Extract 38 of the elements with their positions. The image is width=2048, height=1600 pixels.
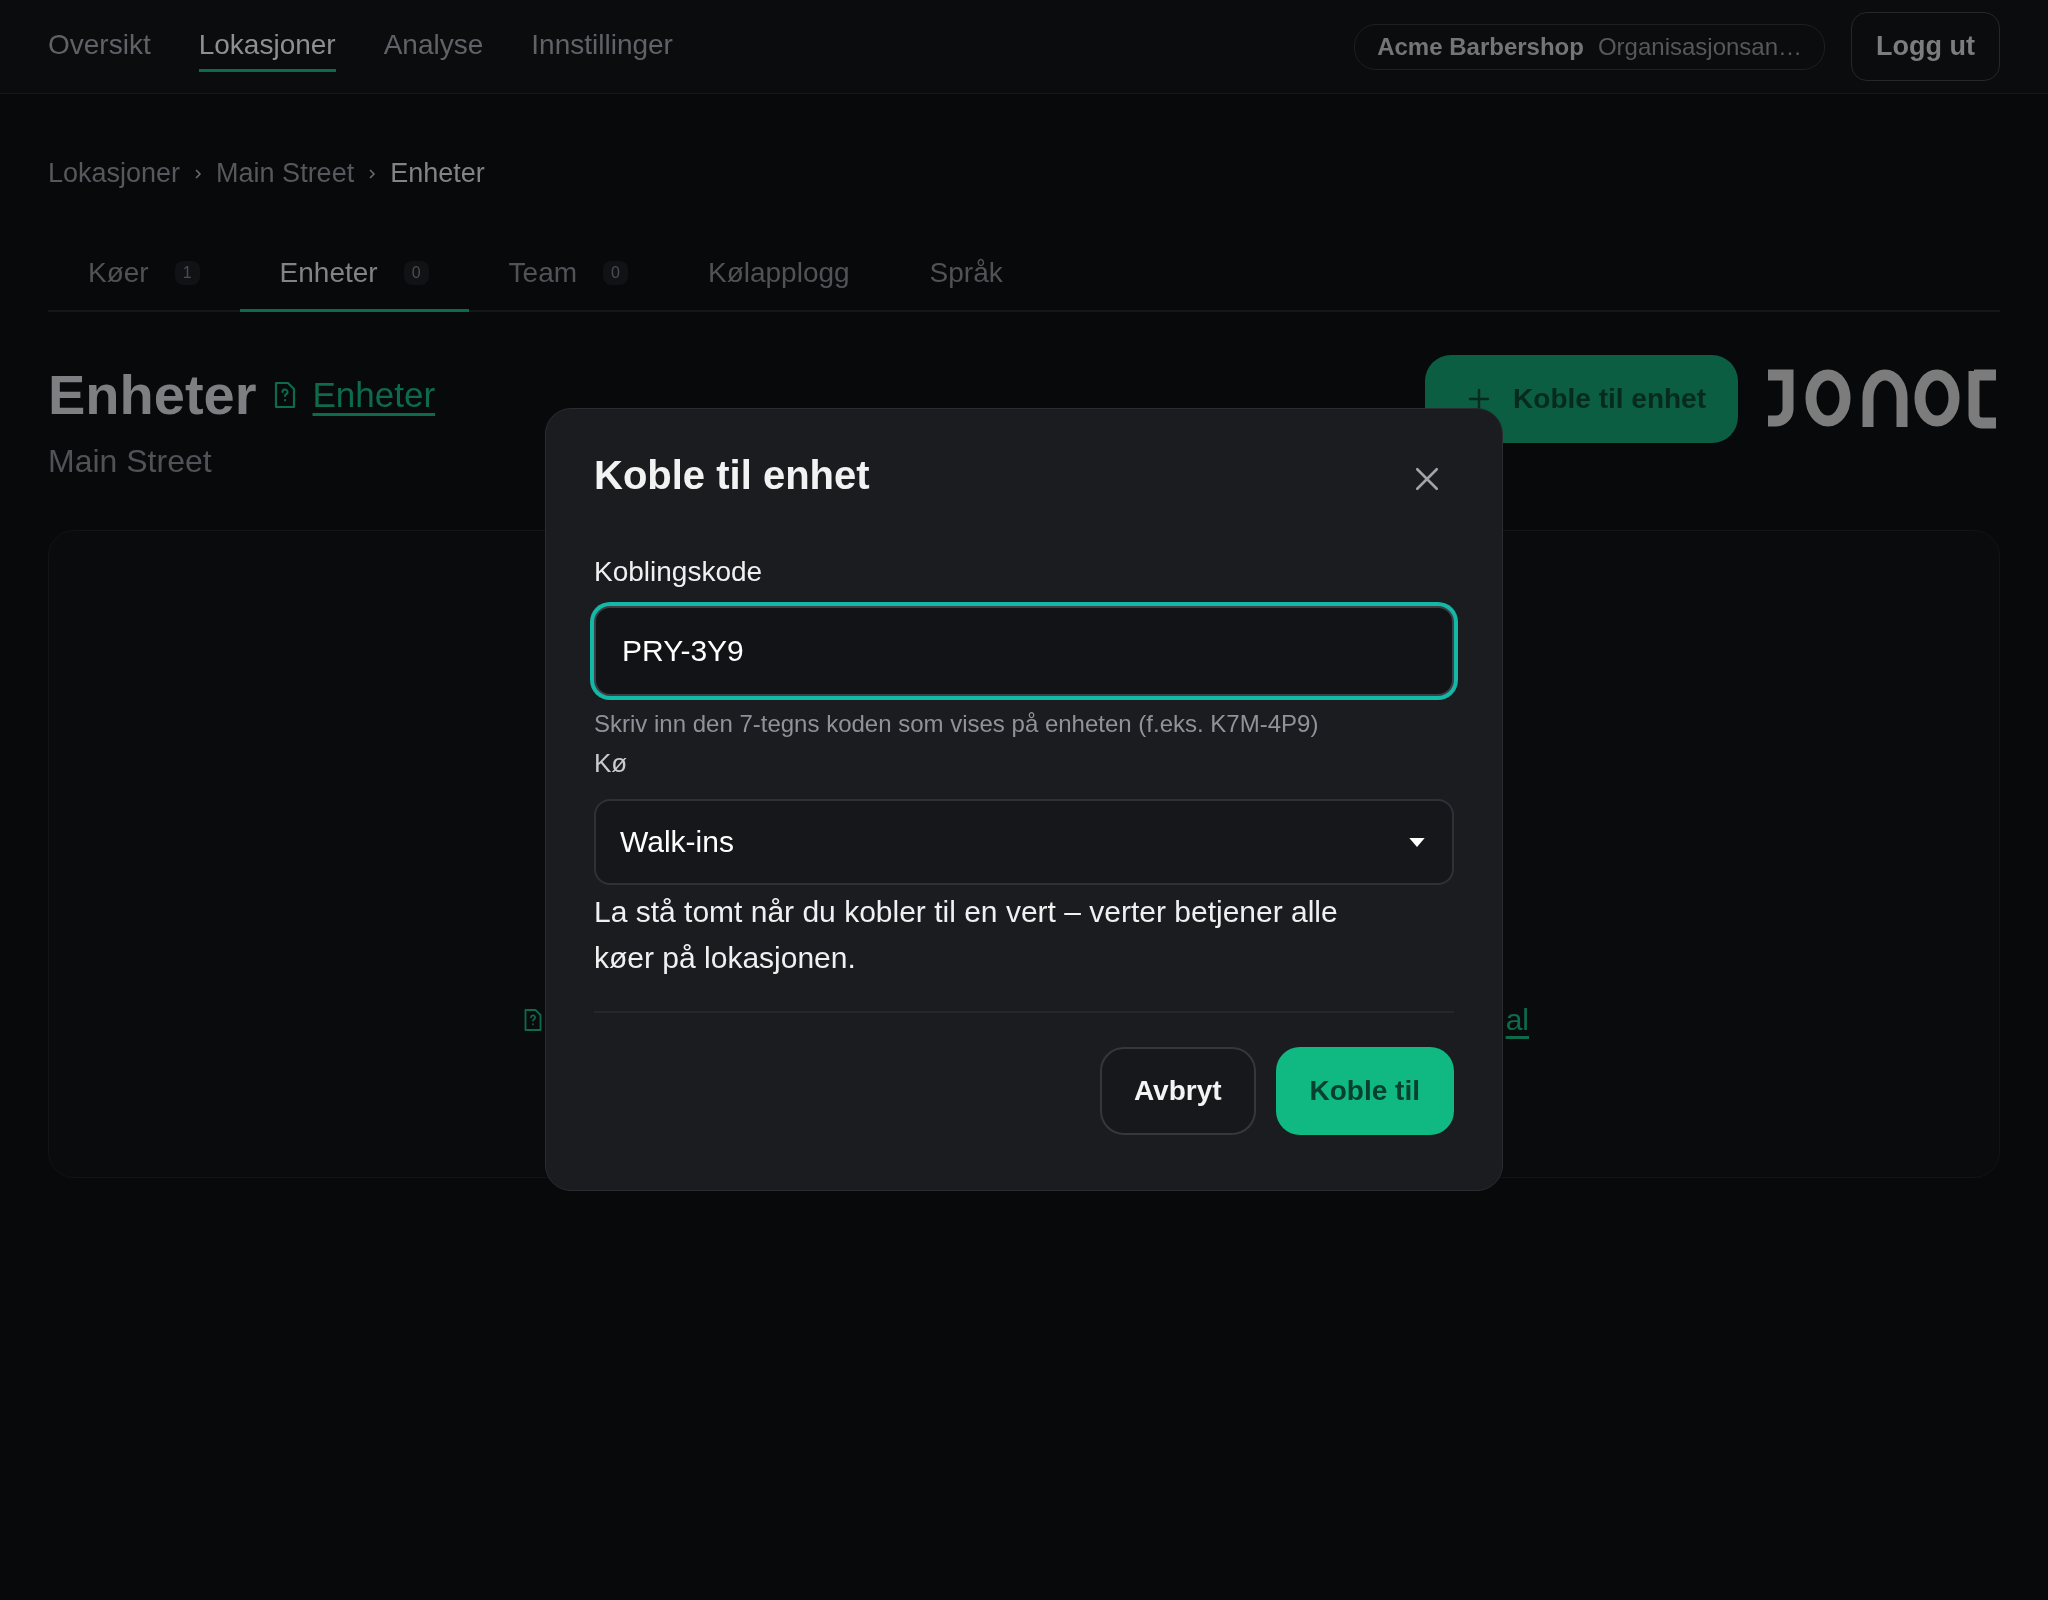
- help-link[interactable]: Enheter: [312, 374, 436, 415]
- caret-icon: [1408, 836, 1426, 848]
- count-badge: 0: [403, 261, 429, 285]
- chevron-icon: [368, 167, 377, 180]
- nav-link[interactable]: Lokasjoner: [198, 21, 336, 72]
- organization-subtitle: Organisasjonsan…: [1597, 32, 1803, 61]
- organization-name: Acme Barbershop: [1377, 32, 1584, 61]
- cancel-button[interactable]: Avbryt: [1099, 1047, 1256, 1135]
- tab[interactable]: Kølapplogg: [667, 239, 890, 312]
- nav-link[interactable]: Oversikt: [48, 21, 151, 72]
- count-badge: 1: [174, 261, 200, 285]
- help-document-icon: [272, 380, 297, 409]
- logout-button[interactable]: Logg ut: [1851, 12, 2000, 81]
- organization-pill[interactable]: Acme Barbershop Organisasjonsan…: [1354, 23, 1826, 70]
- tab[interactable]: Språk: [889, 239, 1043, 312]
- queue-select[interactable]: Walk-ins: [594, 799, 1454, 885]
- tab[interactable]: Køer 1: [48, 239, 240, 312]
- help-document-icon: [523, 1008, 543, 1032]
- field-label: Kø: [594, 748, 629, 779]
- current-page-label: Enheter: [390, 158, 485, 189]
- nav-link[interactable]: Innstillinger: [531, 21, 673, 72]
- field-hint: La stå tomt når du kobler til en vert – verter betjener alle køer på lokasjonen.: [594, 894, 1339, 976]
- count-badge: 0: [603, 261, 628, 285]
- page-title: Enheter: [48, 362, 257, 427]
- tab[interactable]: Enheter 0: [239, 239, 469, 312]
- field-label: Koblingskode: [594, 556, 764, 588]
- field-hint: Skriv inn den 7-tegns koden som vises på enheten (f.eks. K7M-4P9): [594, 710, 1320, 738]
- page-subtitle: Main Street: [48, 443, 213, 480]
- plus-icon: [1467, 387, 1492, 411]
- help-link[interactable]: al: [1505, 1003, 1529, 1037]
- breadcrumb-link[interactable]: Main Street: [216, 158, 355, 189]
- dialog-title: Koble til enhet: [594, 453, 870, 498]
- connect-button[interactable]: Koble til: [1275, 1047, 1454, 1135]
- chevron-icon: [194, 167, 203, 180]
- close-icon[interactable]: [1414, 465, 1440, 492]
- breadcrumb-link[interactable]: Lokasjoner: [48, 158, 181, 189]
- nav-link[interactable]: Analyse: [383, 21, 484, 72]
- tab[interactable]: Team 0: [468, 239, 668, 312]
